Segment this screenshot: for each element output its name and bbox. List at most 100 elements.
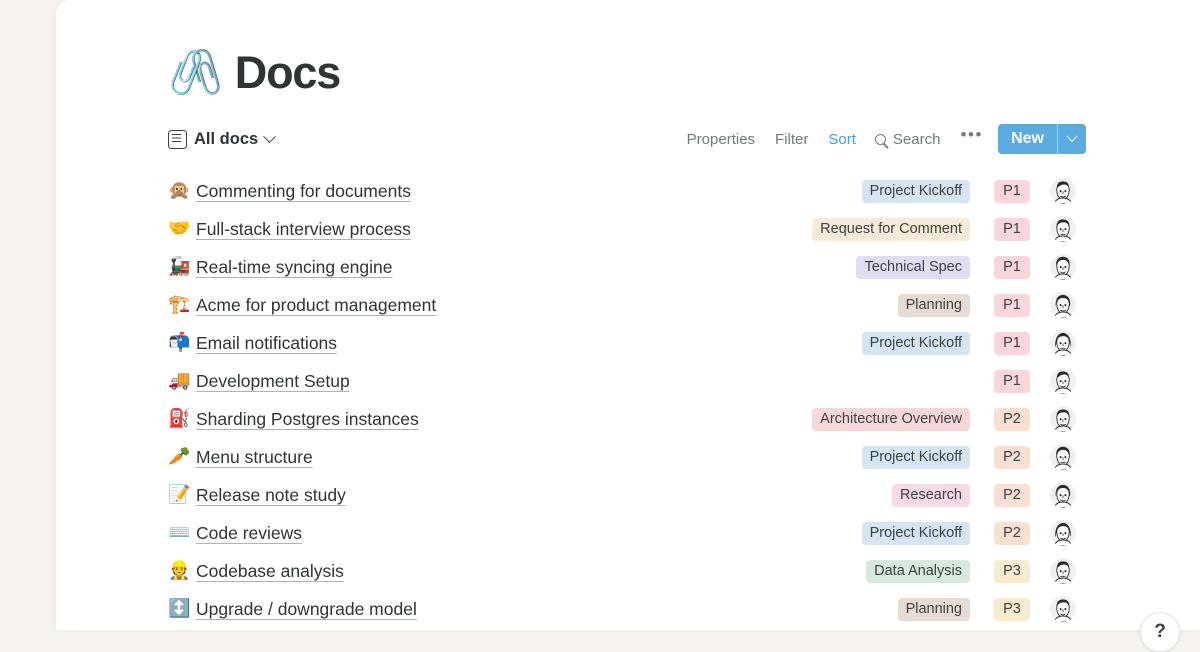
doc-tag[interactable]: Project Kickoff [862, 446, 970, 469]
doc-tag[interactable]: Project Kickoff [862, 332, 970, 355]
new-dropdown-button[interactable] [1058, 124, 1086, 154]
doc-row[interactable]: 🚂Real-time syncing engine Technical Spec P… [168, 248, 1086, 286]
priority-badge[interactable]: P1 [994, 370, 1030, 393]
priority-badge[interactable]: P2 [994, 446, 1030, 469]
doc-tag-cell: Data Analysis [760, 560, 970, 583]
avatar[interactable] [1050, 254, 1076, 280]
avatar[interactable] [1050, 558, 1076, 584]
locomotive-icon: 🚂 [168, 258, 196, 276]
priority-badge[interactable]: P1 [994, 294, 1030, 317]
doc-tag[interactable]: Research [892, 484, 970, 507]
priority-badge[interactable]: P1 [994, 180, 1030, 203]
avatar[interactable] [1050, 330, 1076, 356]
doc-priority-cell: P2 [984, 522, 1040, 545]
priority-badge[interactable]: P1 [994, 256, 1030, 279]
priority-badge[interactable]: P2 [994, 408, 1030, 431]
doc-title-link[interactable]: Acme for product management [196, 295, 436, 316]
doc-owner-cell [1040, 178, 1086, 204]
avatar[interactable] [1050, 406, 1076, 432]
priority-badge[interactable]: P2 [994, 484, 1030, 507]
doc-owner-cell [1040, 216, 1086, 242]
doc-title-link[interactable]: Commenting for documents [196, 181, 411, 202]
filter-button[interactable]: Filter [765, 126, 818, 153]
doc-tag-cell: Project Kickoff [760, 522, 970, 545]
doc-title-link[interactable]: Upgrade / downgrade model [196, 599, 417, 620]
doc-tag-cell: Project Kickoff [760, 332, 970, 355]
doc-tag[interactable]: Technical Spec [856, 256, 970, 279]
delivery-truck-icon: 🚚 [168, 372, 196, 390]
app-card: 🖇️ Docs All docs Properties Filter Sort … [56, 0, 1200, 630]
doc-tag[interactable]: Architecture Overview [812, 408, 970, 431]
help-button[interactable]: ? [1140, 612, 1180, 652]
docs-list: 🙊Commenting for documentsProject Kickoff… [168, 172, 1086, 628]
view-selector-label: All docs [194, 130, 258, 149]
doc-title-link[interactable]: Menu structure [196, 447, 313, 468]
search-icon [875, 134, 886, 145]
doc-row[interactable]: 👷Codebase analysisData AnalysisP3 [168, 552, 1086, 590]
avatar[interactable] [1050, 216, 1076, 242]
doc-tag-cell: Technical Spec [760, 256, 970, 279]
doc-row[interactable]: 📬Email notificationsProject KickoffP1 [168, 324, 1086, 362]
new-button[interactable]: New [998, 124, 1057, 154]
doc-row[interactable]: 🙊Commenting for documentsProject Kickoff… [168, 172, 1086, 210]
avatar[interactable] [1050, 178, 1076, 204]
priority-badge[interactable]: P2 [994, 522, 1030, 545]
doc-tag[interactable]: Planning [898, 294, 970, 317]
doc-tag-cell: Project Kickoff [760, 180, 970, 203]
doc-tag[interactable]: Project Kickoff [862, 522, 970, 545]
paperclip-icon: 🖇️ [168, 51, 223, 95]
doc-title-link[interactable]: Code reviews [196, 523, 302, 544]
priority-badge[interactable]: P1 [994, 332, 1030, 355]
doc-row[interactable]: ↕️Upgrade / downgrade modelPlanningP3 [168, 590, 1086, 628]
avatar[interactable] [1050, 520, 1076, 546]
new-button-group[interactable]: New [998, 124, 1086, 154]
sort-button[interactable]: Sort [818, 126, 866, 153]
doc-title-link[interactable]: Release note study [196, 485, 346, 506]
doc-priority-cell: P1 [984, 256, 1040, 279]
doc-row[interactable]: 🏗️Acme for product managementPlanningP1 [168, 286, 1086, 324]
doc-row[interactable]: 🚚Development Setup P1 [168, 362, 1086, 400]
doc-priority-cell: P1 [984, 332, 1040, 355]
doc-tag-cell: Project Kickoff [760, 446, 970, 469]
doc-tag[interactable]: Planning [898, 598, 970, 621]
doc-tag-cell: Request for Comment [760, 218, 970, 241]
doc-owner-cell [1040, 330, 1086, 356]
doc-row[interactable]: 🥕Menu structureProject KickoffP2 [168, 438, 1086, 476]
doc-tag[interactable]: Request for Comment [812, 218, 970, 241]
doc-title-link[interactable]: Email notifications [196, 333, 337, 354]
doc-priority-cell: P1 [984, 218, 1040, 241]
doc-priority-cell: P3 [984, 560, 1040, 583]
doc-priority-cell: P3 [984, 598, 1040, 621]
doc-row[interactable]: ⌨️Code reviewsProject KickoffP2 [168, 514, 1086, 552]
doc-tag[interactable]: Data Analysis [866, 560, 970, 583]
doc-tag-cell: Planning [760, 294, 970, 317]
doc-title-link[interactable]: Full-stack interview process [196, 219, 411, 240]
doc-owner-cell [1040, 444, 1086, 470]
avatar[interactable] [1050, 368, 1076, 394]
doc-row[interactable]: ⛽Sharding Postgres instances Architecture… [168, 400, 1086, 438]
properties-button[interactable]: Properties [677, 126, 765, 153]
avatar[interactable] [1050, 596, 1076, 622]
search-button[interactable]: Search [866, 126, 950, 153]
avatar[interactable] [1050, 482, 1076, 508]
priority-badge[interactable]: P1 [994, 218, 1030, 241]
doc-row[interactable]: 🤝Full-stack interview processRequest for… [168, 210, 1086, 248]
doc-title-link[interactable]: Development Setup [196, 371, 350, 392]
priority-badge[interactable]: P3 [994, 598, 1030, 621]
fuel-pump-icon: ⛽ [168, 410, 196, 428]
doc-title-link[interactable]: Codebase analysis [196, 561, 344, 582]
toolbar: All docs Properties Filter Sort Search •… [168, 122, 1086, 156]
doc-tag[interactable]: Project Kickoff [862, 180, 970, 203]
chevron-down-icon [1066, 131, 1077, 142]
doc-owner-cell [1040, 558, 1086, 584]
doc-title-link[interactable]: Sharding Postgres instances [196, 409, 419, 430]
avatar[interactable] [1050, 292, 1076, 318]
doc-title-link[interactable]: Real-time syncing engine [196, 257, 393, 278]
view-selector[interactable]: All docs [168, 130, 274, 149]
priority-badge[interactable]: P3 [994, 560, 1030, 583]
doc-tag-cell: Planning [760, 598, 970, 621]
more-options-button[interactable]: ••• [949, 130, 994, 148]
avatar[interactable] [1050, 444, 1076, 470]
document-list-icon [168, 130, 187, 149]
doc-row[interactable]: 📝Release note studyResearchP2 [168, 476, 1086, 514]
